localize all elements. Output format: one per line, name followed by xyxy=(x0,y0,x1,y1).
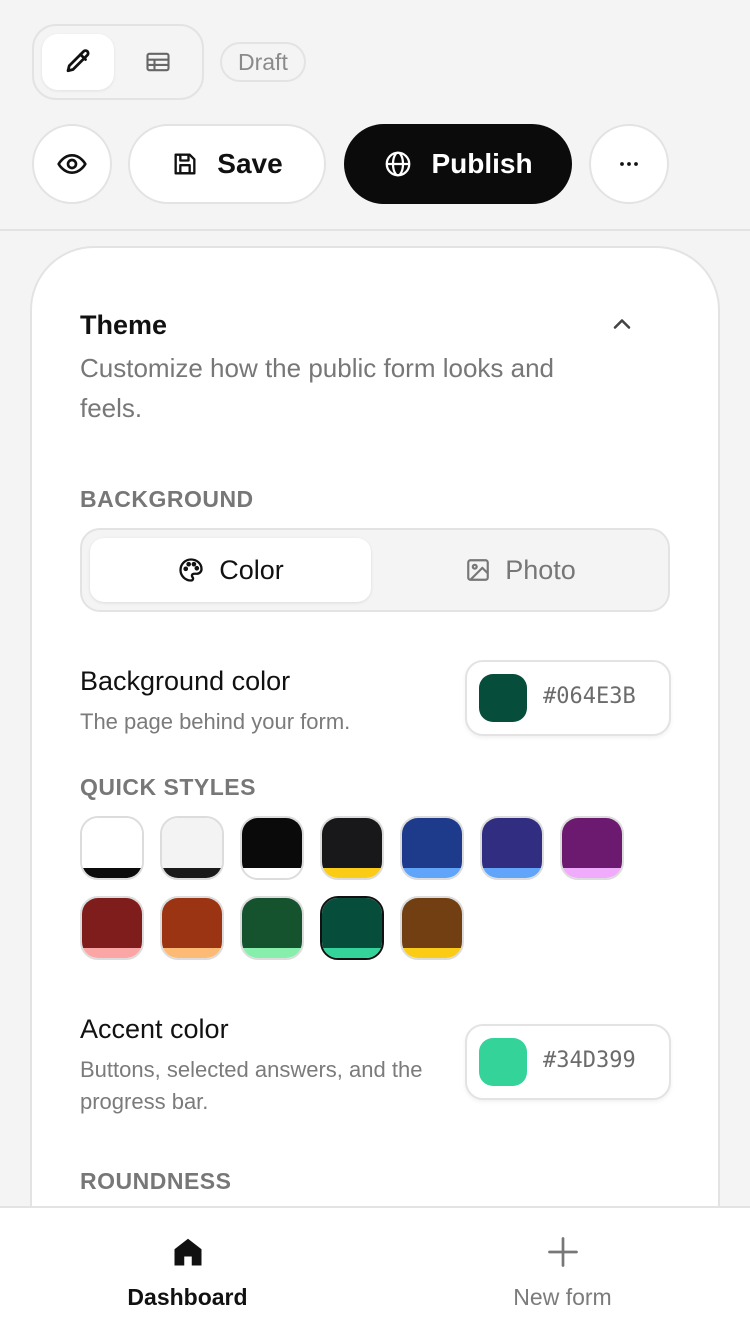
background-color-picker[interactable]: #064E3B xyxy=(465,660,671,736)
background-type-segmented-control: Color Photo xyxy=(80,528,670,612)
save-button-label: Save xyxy=(217,148,283,179)
editor-mode-toggle xyxy=(32,24,204,100)
more-horizontal-icon xyxy=(620,162,638,166)
pencil-icon xyxy=(66,49,90,73)
quick-style-swatch-selected[interactable] xyxy=(320,896,384,960)
quick-style-swatch[interactable] xyxy=(240,816,304,880)
responses-mode-button[interactable] xyxy=(122,34,194,90)
publish-button-label: Publish xyxy=(431,148,533,179)
background-color-hex: #064E3B xyxy=(543,684,636,709)
nav-new-form-label: New form xyxy=(513,1284,612,1310)
status-badge: Draft xyxy=(220,42,306,82)
quick-style-swatch[interactable] xyxy=(80,896,144,960)
toolbar-divider xyxy=(0,229,750,231)
quick-style-swatch[interactable] xyxy=(80,816,144,880)
palette-icon xyxy=(179,558,203,582)
globe-icon xyxy=(386,151,411,177)
quick-styles-label: QUICK STYLES xyxy=(80,774,256,800)
accent-color-description: Buttons, selected answers, and the progr… xyxy=(80,1057,423,1114)
background-option-photo-label: Photo xyxy=(505,554,576,585)
roundness-label: ROUNDNESS xyxy=(80,1168,232,1194)
image-icon xyxy=(467,559,490,581)
more-options-button[interactable] xyxy=(589,124,669,204)
quick-style-swatch[interactable] xyxy=(560,816,624,880)
nav-dashboard[interactable]: Dashboard xyxy=(0,1208,375,1334)
plus-icon xyxy=(547,1237,578,1267)
accent-color-swatch xyxy=(479,1038,527,1086)
save-icon xyxy=(174,153,196,175)
quick-style-swatch[interactable] xyxy=(240,896,304,960)
chevron-up-icon[interactable] xyxy=(608,310,636,338)
quick-style-swatch[interactable] xyxy=(320,816,384,880)
quick-style-swatch[interactable] xyxy=(160,816,224,880)
edit-mode-button[interactable] xyxy=(42,34,114,90)
nav-new-form[interactable]: New form xyxy=(375,1208,750,1334)
theme-description: Customize how the public form looks and … xyxy=(80,353,555,423)
accent-color-picker[interactable]: #34D399 xyxy=(465,1024,671,1100)
theme-title: Theme xyxy=(80,310,168,340)
save-button[interactable]: Save xyxy=(128,124,326,204)
background-label: BACKGROUND xyxy=(80,486,254,512)
home-icon xyxy=(174,1238,201,1266)
background-option-photo[interactable]: Photo xyxy=(380,538,661,602)
bottom-navigation: Dashboard New form xyxy=(0,1206,750,1334)
quick-style-swatch[interactable] xyxy=(400,896,464,960)
quick-style-swatch[interactable] xyxy=(480,816,544,880)
accent-color-title: Accent color xyxy=(80,1014,229,1044)
background-color-description: The page behind your form. xyxy=(80,709,351,734)
quick-style-swatch[interactable] xyxy=(160,896,224,960)
preview-button[interactable] xyxy=(32,124,112,204)
nav-dashboard-label: Dashboard xyxy=(127,1284,248,1310)
quick-style-swatch[interactable] xyxy=(400,816,464,880)
table-icon xyxy=(146,52,170,72)
background-color-title: Background color xyxy=(80,666,291,696)
background-option-color[interactable]: Color xyxy=(90,538,371,602)
accent-color-hex: #34D399 xyxy=(543,1048,636,1073)
theme-panel: Theme Customize how the public form look… xyxy=(30,246,720,1334)
eye-icon xyxy=(57,154,87,174)
background-option-color-label: Color xyxy=(219,554,284,585)
publish-button[interactable]: Publish xyxy=(344,124,572,204)
background-color-swatch xyxy=(479,674,527,722)
